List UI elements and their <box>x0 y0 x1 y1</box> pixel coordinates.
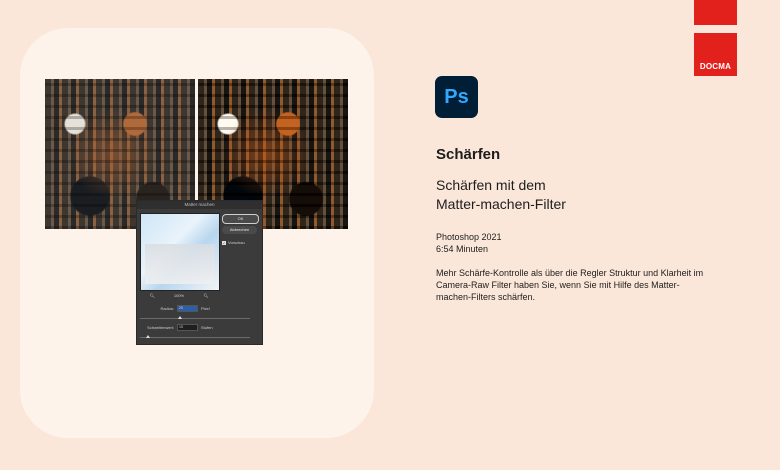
tutorial-meta: Photoshop 2021 6:54 Minuten <box>436 231 502 255</box>
radius-label: Radius: <box>160 306 174 311</box>
threshold-unit: Stufen <box>201 325 213 330</box>
matter-machen-dialog: Matter machen OK Abbrechen ✓ Vorschau 🔍︎… <box>136 200 263 345</box>
preview-checkbox-row[interactable]: ✓ Vorschau <box>222 240 245 245</box>
tutorial-description: Mehr Schärfe-Kontrolle als über die Regl… <box>436 268 704 302</box>
preview-checkbox-label: Vorschau <box>228 240 245 245</box>
radius-row: Radius: 25 Pixel <box>140 305 258 312</box>
zoom-value: 100% <box>173 293 185 298</box>
threshold-slider[interactable] <box>140 335 250 338</box>
docma-logo-bar <box>694 0 737 25</box>
docma-logo-block: DOCMA <box>694 33 737 76</box>
zoom-controls: 🔍︎ 100% 🔍︎ <box>140 293 218 298</box>
radius-slider[interactable] <box>140 316 250 319</box>
page-title: Schärfen <box>436 146 501 163</box>
threshold-row: Schwellenwert: 15 Stufen <box>140 324 258 331</box>
software-version: Photoshop 2021 <box>436 232 502 242</box>
dialog-preview-image[interactable] <box>140 213 220 291</box>
subtitle-line-1: Schärfen mit dem <box>436 177 546 193</box>
ok-button[interactable]: OK <box>222 214 259 224</box>
photoshop-app-icon: Ps <box>435 76 478 118</box>
video-duration: 6:54 Minuten <box>436 244 489 254</box>
docma-logo: DOCMA <box>694 0 737 76</box>
radius-input[interactable]: 25 <box>177 305 198 312</box>
threshold-label: Schwellenwert: <box>147 325 174 330</box>
dialog-title: Matter machen <box>137 201 262 209</box>
checkmark-icon[interactable]: ✓ <box>222 240 226 245</box>
threshold-input[interactable]: 15 <box>177 324 198 331</box>
subtitle-line-2: Matter-machen-Filter <box>436 196 566 212</box>
threshold-slider-thumb[interactable] <box>146 335 150 338</box>
docma-logo-text: DOCMA <box>699 62 732 71</box>
radius-slider-thumb[interactable] <box>178 316 182 319</box>
zoom-in-icon[interactable]: 🔍︎ <box>203 293 208 298</box>
cancel-button[interactable]: Abbrechen <box>222 226 257 234</box>
zoom-out-icon[interactable]: 🔍︎ <box>150 293 155 298</box>
radius-unit: Pixel <box>201 306 210 311</box>
tutorial-subtitle: Schärfen mit dem Matter-machen-Filter <box>436 176 696 214</box>
